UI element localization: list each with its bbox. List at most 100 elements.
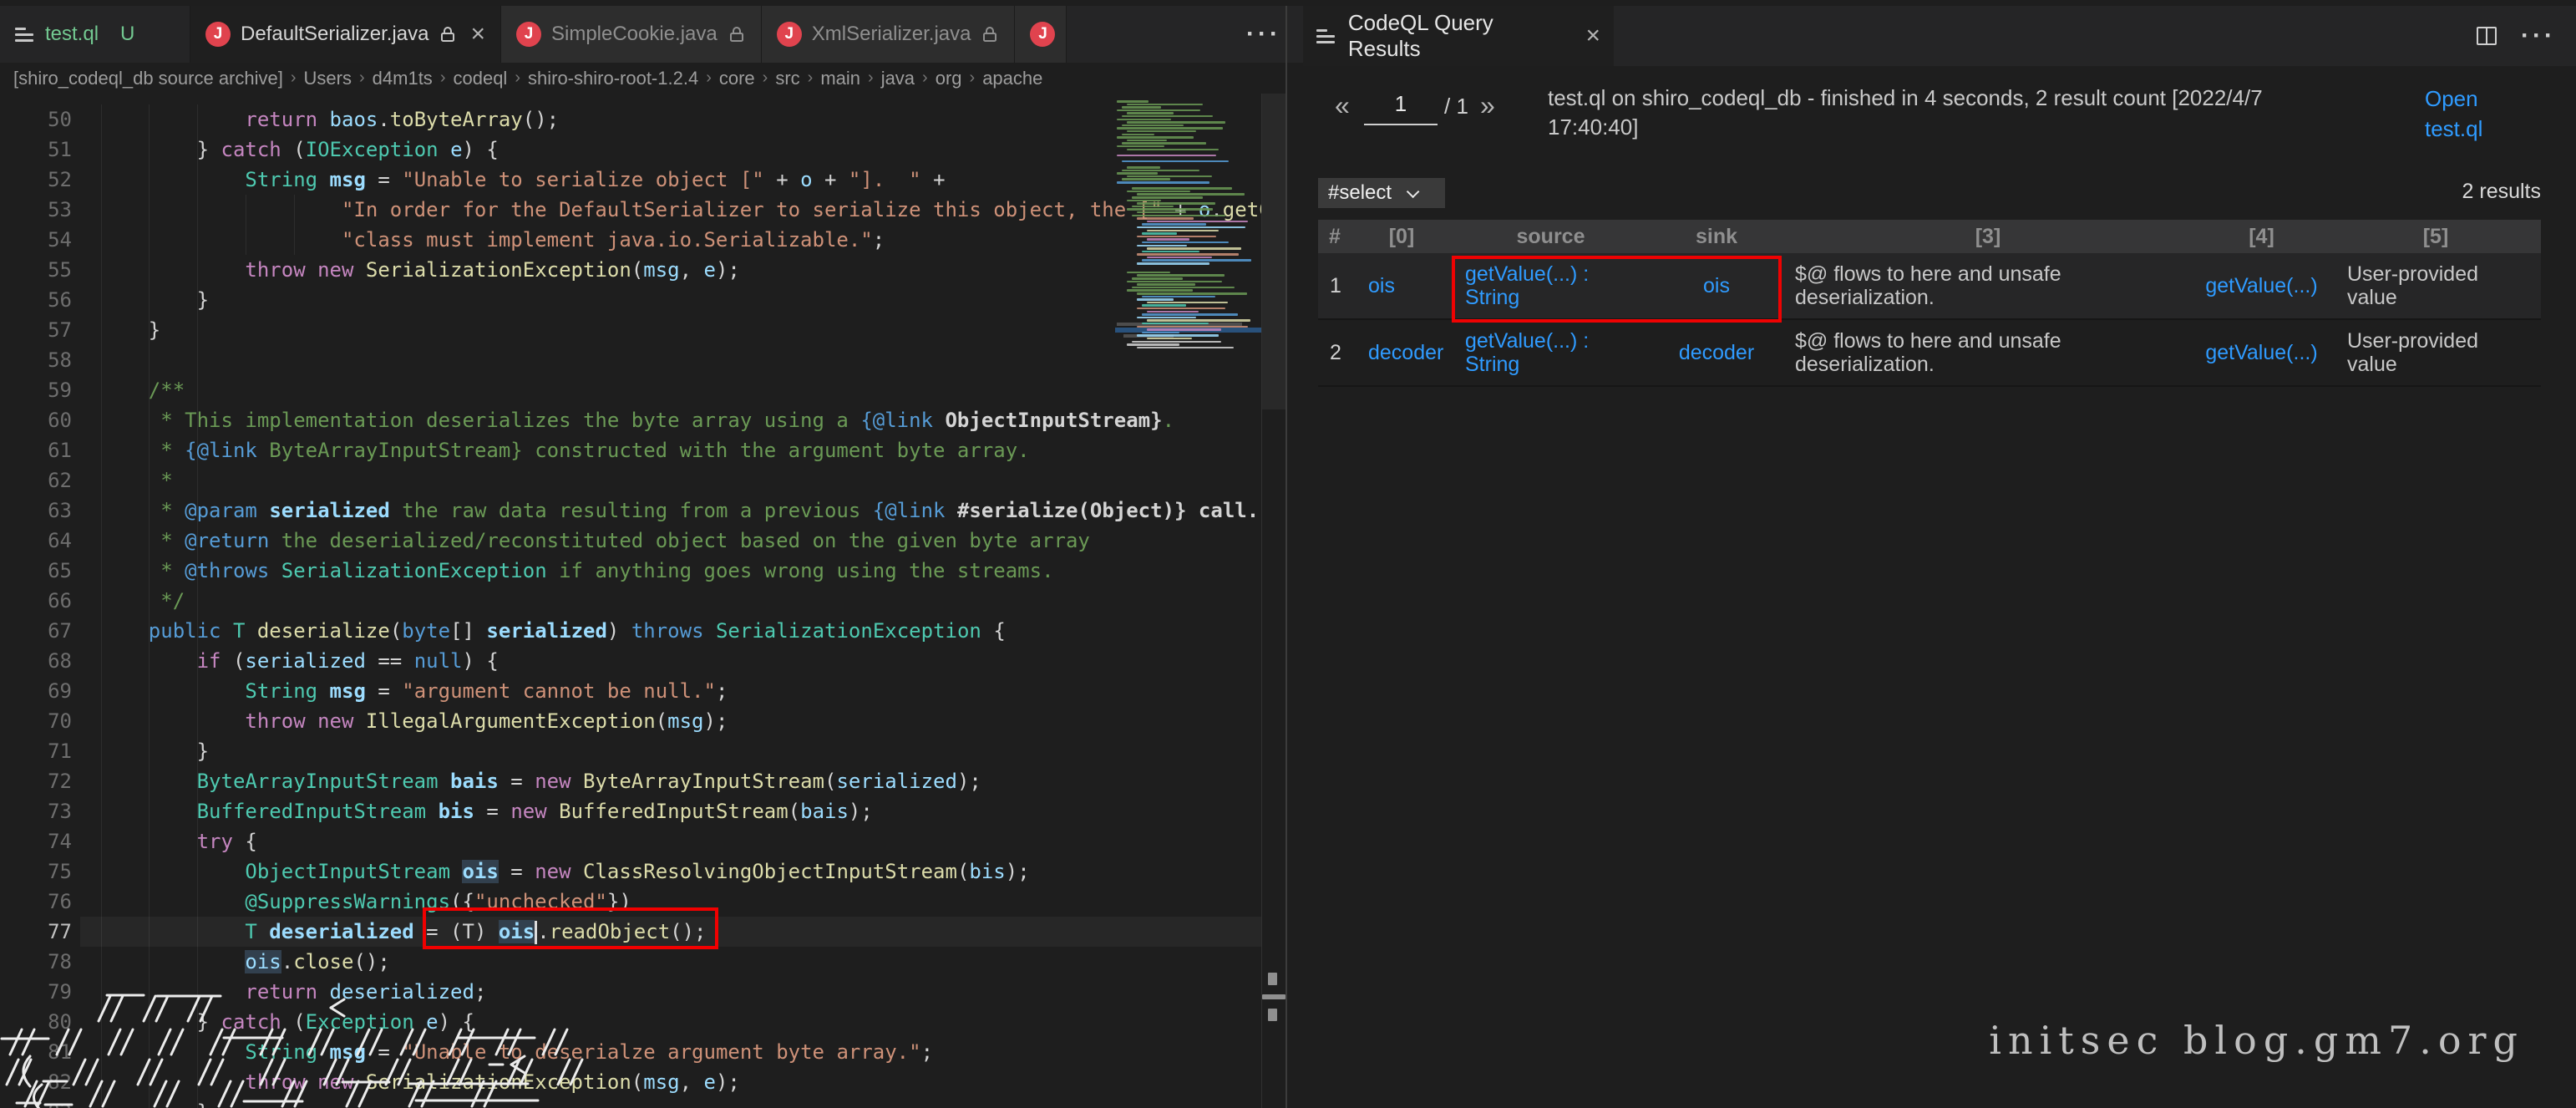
result-link[interactable]: ois — [1368, 274, 1395, 297]
line-numbers-gutter: 5051525354555657585960616263646566676869… — [0, 94, 72, 1108]
code-line: ObjectInputStream ois = new ClassResolvi… — [100, 856, 1261, 887]
code-line: throw new SerializationException(msg, e)… — [100, 1067, 1261, 1097]
code-line: return baos.toByteArray(); — [100, 104, 1261, 135]
split-editor-icon[interactable] — [2474, 23, 2499, 48]
breadcrumb-item[interactable]: d4m1ts — [373, 68, 433, 89]
breadcrumb-separator: › — [755, 69, 776, 88]
tab-partial[interactable]: J — [1015, 6, 1067, 63]
breadcrumb-item[interactable]: codeql — [453, 68, 507, 89]
code-line: } catch (IOException e) { — [100, 135, 1261, 165]
column-header[interactable]: source — [1452, 225, 1650, 249]
tab-label: CodeQL Query Results — [1348, 10, 1571, 62]
result-cell: $@ flows to here and unsafe deserializat… — [1795, 262, 2084, 309]
code-line: String msg = "argument cannot be null."; — [100, 676, 1261, 706]
code-line: ois.close(); — [100, 947, 1261, 977]
select-dropdown[interactable]: #select — [1318, 178, 1445, 208]
code-line: } — [100, 315, 1261, 345]
java-file-icon: J — [205, 22, 231, 47]
breadcrumb[interactable]: [shiro_codeql_db source archive]›Users›d… — [13, 63, 1293, 94]
annotation-red-box-table — [1452, 256, 1782, 323]
more-actions-icon[interactable]: ··· — [1246, 20, 1281, 48]
column-header[interactable]: [3] — [1783, 225, 2193, 249]
minimap[interactable] — [1117, 100, 1260, 349]
breadcrumb-item[interactable]: core — [719, 68, 755, 89]
breadcrumb-separator: › — [283, 69, 304, 88]
breadcrumb-separator: › — [800, 69, 821, 88]
code-line: * {@link ByteArrayInputStream} construct… — [100, 435, 1261, 465]
result-cell: User-provided value — [2347, 329, 2514, 376]
panel-divider[interactable] — [1285, 6, 1287, 1108]
panel-tab-bar: CodeQL Query Results × ··· — [1303, 6, 2576, 66]
breadcrumb-item[interactable]: apache — [982, 68, 1042, 89]
page-number-input[interactable] — [1364, 84, 1438, 125]
prev-page-icon[interactable]: « — [1335, 90, 1350, 121]
code-line: try { — [100, 826, 1261, 856]
code-line: } — [100, 1097, 1261, 1108]
table-row[interactable]: 2decodergetValue(...) : Stringdecoder$@ … — [1318, 320, 2541, 387]
breadcrumb-item[interactable]: shiro-shiro-root-1.2.4 — [528, 68, 698, 89]
column-header[interactable]: [0] — [1351, 225, 1452, 249]
git-untracked-badge: U — [120, 23, 134, 46]
tab-defaultserializer-java[interactable]: J DefaultSerializer.java × — [190, 6, 501, 63]
code-line: throw new SerializationException(msg, e)… — [100, 255, 1261, 285]
breadcrumb-item[interactable]: Users — [304, 68, 352, 89]
breadcrumb-item[interactable]: org — [936, 68, 962, 89]
code-editor[interactable]: return baos.toByteArray(); } catch (IOEx… — [100, 104, 1261, 1108]
breadcrumb-separator: › — [860, 69, 881, 88]
result-cell: User-provided value — [2347, 262, 2514, 309]
breadcrumb-separator: › — [507, 69, 528, 88]
scrollbar-slider[interactable] — [1262, 94, 1285, 409]
tab-label: DefaultSerializer.java — [241, 23, 428, 46]
next-page-icon[interactable]: » — [1480, 90, 1495, 121]
chevron-down-icon — [1407, 185, 1420, 198]
lock-icon — [728, 25, 746, 43]
tab-simplecookie-java[interactable]: J SimpleCookie.java — [501, 6, 762, 63]
results-count: 2 results — [2374, 180, 2541, 204]
close-icon[interactable]: × — [470, 22, 485, 47]
codeql-results-panel — [1303, 0, 2576, 1108]
code-line: if (serialized == null) { — [100, 646, 1261, 676]
results-list-icon — [1316, 26, 1336, 47]
result-link[interactable]: decoder — [1368, 341, 1443, 364]
result-cell: 1 — [1330, 274, 1341, 297]
result-link[interactable]: getValue(...) — [2205, 341, 2317, 364]
breadcrumb-separator: › — [915, 69, 936, 88]
result-link[interactable]: getValue(...) — [2205, 274, 2317, 297]
code-line: "class must implement java.io.Serializab… — [100, 225, 1261, 255]
page-total: / 1 — [1444, 94, 1468, 119]
overview-ruler-mark — [1268, 1009, 1277, 1021]
tab-test-ql[interactable]: test.ql U — [0, 6, 190, 63]
editor-group: test.ql U J DefaultSerializer.java × J S… — [0, 0, 1303, 1108]
overview-ruler-mark — [1268, 973, 1277, 985]
code-line: * This implementation deserializes the b… — [100, 405, 1261, 435]
column-header[interactable]: [4] — [2193, 225, 2330, 249]
breadcrumb-item[interactable]: main — [820, 68, 860, 89]
result-link[interactable]: decoder — [1679, 341, 1754, 364]
code-line — [100, 345, 1261, 375]
column-header[interactable]: sink — [1650, 225, 1783, 249]
open-test-ql-link[interactable]: Open test.ql — [2425, 84, 2518, 144]
editor-actions: ··· — [1246, 6, 1303, 63]
overview-ruler-mark — [1262, 994, 1285, 999]
tab-codeql-query-results[interactable]: CodeQL Query Results × — [1303, 6, 1614, 66]
code-line: * — [100, 465, 1261, 496]
tab-label: SimpleCookie.java — [551, 23, 718, 46]
more-actions-icon[interactable]: ··· — [2521, 22, 2556, 50]
column-header[interactable]: # — [1318, 225, 1351, 249]
result-link[interactable]: getValue(...) : String — [1465, 329, 1640, 376]
code-line: */ — [100, 586, 1261, 616]
code-line: /** — [100, 375, 1261, 405]
breadcrumb-separator: › — [698, 69, 719, 88]
code-line: ByteArrayInputStream bais = new ByteArra… — [100, 766, 1261, 796]
query-run-summary: test.ql on shiro_codeql_db - finished in… — [1548, 84, 2400, 142]
column-header[interactable]: [5] — [2330, 225, 2541, 249]
breadcrumb-item[interactable]: [shiro_codeql_db source archive] — [13, 68, 283, 89]
close-icon[interactable]: × — [1585, 23, 1600, 48]
breadcrumb-item[interactable]: java — [881, 68, 915, 89]
editor-tab-bar: test.ql U J DefaultSerializer.java × J S… — [0, 6, 1303, 63]
code-line: public T deserialize(byte[] serialized) … — [100, 616, 1261, 646]
code-line: "In order for the DefaultSerializer to s… — [100, 195, 1261, 225]
breadcrumb-item[interactable]: src — [775, 68, 799, 89]
breadcrumb-separator: › — [433, 69, 454, 88]
tab-xmlserializer-java[interactable]: J XmlSerializer.java — [762, 6, 1016, 63]
